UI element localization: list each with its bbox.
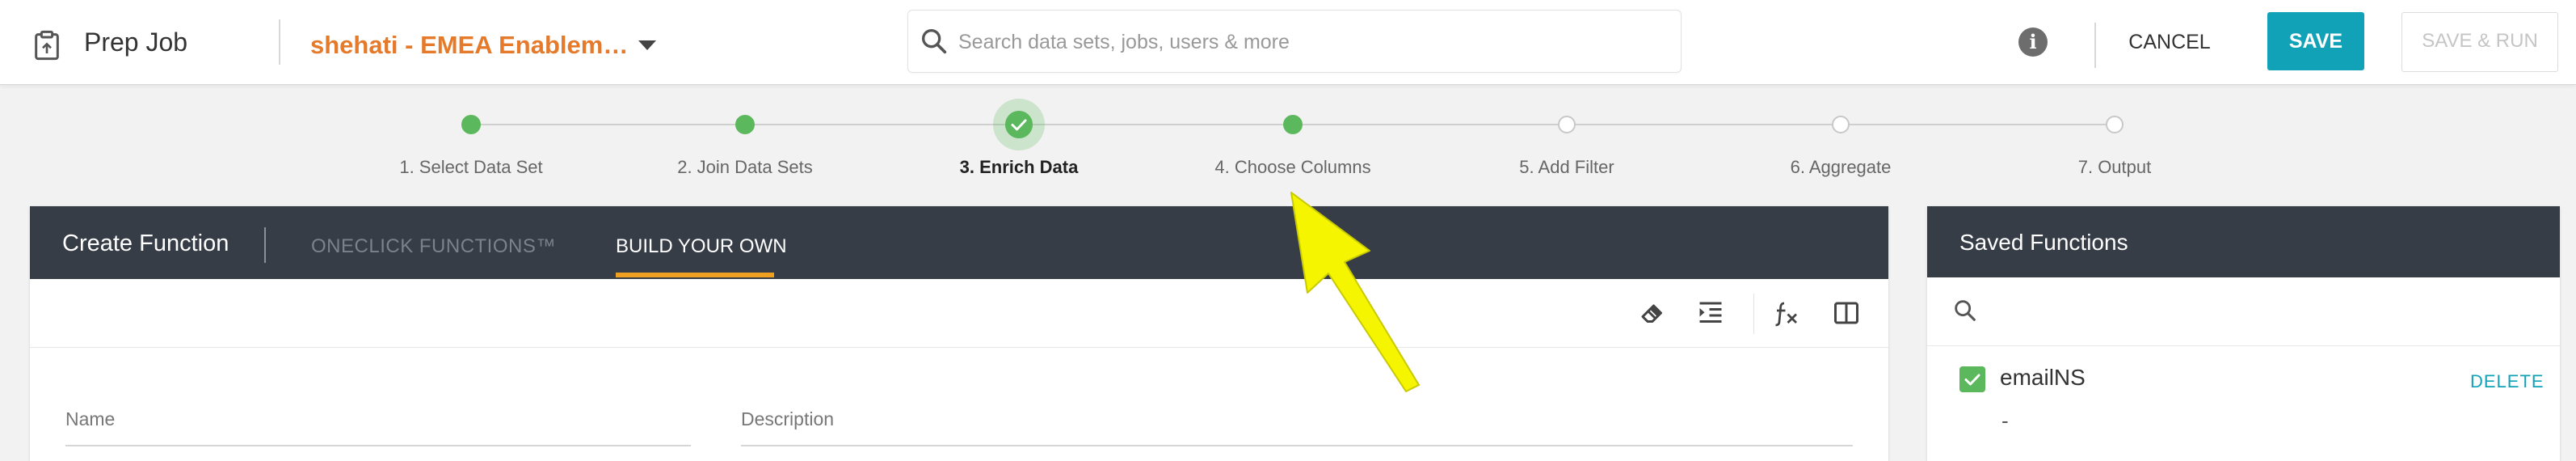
step-enrich-data[interactable]: 3. Enrich Data (898, 81, 1140, 186)
step-pending-dot (1558, 116, 1576, 133)
active-tab-indicator (616, 273, 774, 277)
clipboard-icon (35, 30, 59, 61)
description-field[interactable] (741, 445, 1853, 446)
panel-title: Saved Functions (1959, 230, 2128, 255)
saved-functions-search[interactable] (1927, 277, 2560, 346)
step-pending-dot (2106, 116, 2124, 133)
indent-icon[interactable] (1696, 298, 1725, 328)
divider (279, 19, 280, 65)
divider (1753, 294, 1754, 334)
step-label: 4. Choose Columns (1214, 157, 1371, 177)
cancel-button[interactable]: CANCEL (2117, 24, 2222, 60)
checkbox-checked-icon[interactable] (1959, 366, 1985, 392)
function-icon[interactable] (1772, 298, 1801, 328)
search-icon (922, 29, 947, 54)
saved-functions-panel: Saved Functions emailNS DELETE - (1927, 206, 2560, 461)
step-complete-dot (735, 115, 755, 134)
description-field-label: Description (741, 408, 835, 429)
step-label: 7. Output (2077, 157, 2152, 177)
search-input[interactable] (957, 17, 1655, 67)
saved-function-name[interactable]: emailNS (2000, 365, 2086, 391)
step-complete-dot (461, 115, 481, 134)
save-and-run-button[interactable]: SAVE & RUN (2401, 12, 2558, 72)
step-label: 5. Add Filter (1519, 157, 1614, 177)
step-label: 1. Select Data Set (399, 157, 543, 177)
step-label: 6. Aggregate (1790, 157, 1892, 177)
chevron-down-icon[interactable] (638, 40, 656, 50)
tab-oneclick-functions[interactable]: ONECLICK FUNCTIONS™ (311, 235, 556, 258)
saved-function-description: - (2001, 408, 2009, 433)
saved-functions-header: Saved Functions (1927, 206, 2560, 277)
step-add-filter[interactable]: 5. Add Filter (1446, 81, 1688, 186)
step-output[interactable]: 7. Output (1993, 81, 2236, 186)
step-complete-dot (1283, 115, 1303, 134)
pointer-arrow-icon (1290, 192, 1420, 392)
top-bar: Prep Job shehati - EMEA Enablem… i CANCE… (0, 0, 2576, 85)
divider (264, 227, 266, 263)
info-icon[interactable]: i (2018, 27, 2048, 57)
app-title: Prep Job (84, 27, 188, 57)
create-function-panel: Create Function ONECLICK FUNCTIONS™ BUIL… (30, 206, 1888, 461)
delete-button[interactable]: DELETE (2470, 371, 2544, 392)
project-selector[interactable]: shehati - EMEA Enablem… (310, 31, 628, 60)
search-icon (1955, 300, 1976, 321)
editor-toolbar (30, 279, 1888, 348)
global-search[interactable] (907, 10, 1682, 73)
eraser-icon[interactable] (1638, 298, 1667, 328)
step-label: 2. Join Data Sets (677, 157, 813, 177)
panel-title: Create Function (62, 230, 229, 256)
divider (2094, 23, 2096, 68)
step-select-data-set[interactable]: 1. Select Data Set (350, 81, 592, 186)
step-join-data-sets[interactable]: 2. Join Data Sets (624, 81, 866, 186)
step-choose-columns[interactable]: 4. Choose Columns (1172, 81, 1414, 186)
create-function-header: Create Function ONECLICK FUNCTIONS™ BUIL… (30, 206, 1888, 279)
save-button[interactable]: SAVE (2267, 12, 2364, 70)
tab-build-your-own[interactable]: BUILD YOUR OWN (616, 235, 787, 258)
name-field[interactable] (65, 445, 691, 446)
name-field-label: Name (65, 408, 116, 429)
step-pending-dot (1832, 116, 1850, 133)
step-aggregate[interactable]: 6. Aggregate (1719, 81, 1962, 186)
split-view-icon[interactable] (1832, 298, 1861, 328)
step-label: 3. Enrich Data (959, 157, 1079, 177)
check-icon (1005, 111, 1033, 138)
